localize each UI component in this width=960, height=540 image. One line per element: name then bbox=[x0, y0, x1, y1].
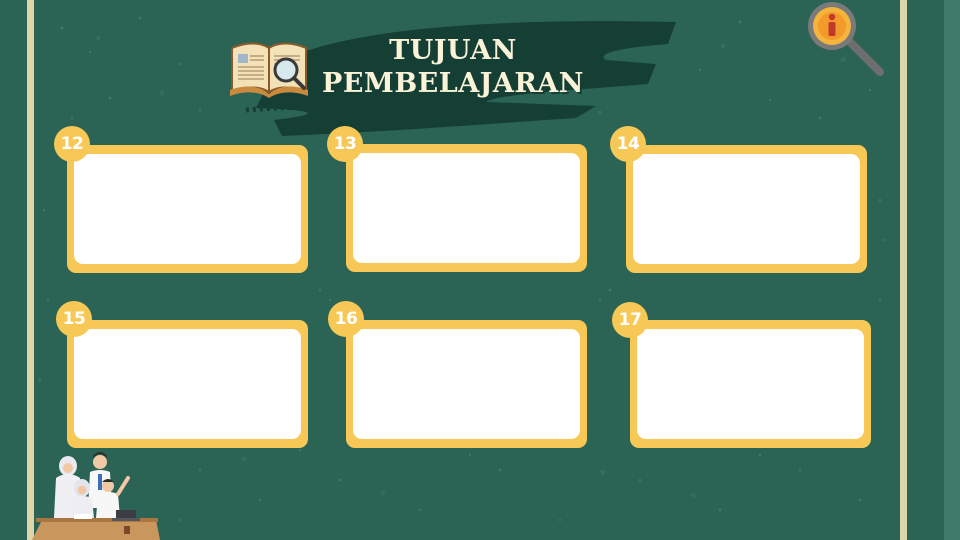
page-title: TUJUAN PEMBELAJARAN bbox=[316, 34, 590, 100]
page-title-line-1: TUJUAN bbox=[389, 35, 517, 66]
objective-card-14-content[interactable] bbox=[633, 154, 860, 264]
frame-right-line bbox=[900, 0, 907, 540]
frame-right-edge bbox=[944, 0, 960, 540]
card-number-badge-12: 12 bbox=[54, 126, 90, 162]
objective-card-15[interactable] bbox=[67, 320, 308, 448]
card-number-badge-16: 16 bbox=[328, 301, 364, 337]
card-number-badge-15: 15 bbox=[56, 301, 92, 337]
page-title-line-2: PEMBELAJARAN bbox=[322, 68, 584, 99]
open-book-with-magnifier-icon bbox=[230, 42, 308, 98]
objective-card-12-content[interactable] bbox=[74, 154, 301, 264]
objective-card-13-content[interactable] bbox=[353, 153, 580, 263]
card-number-badge-14: 14 bbox=[610, 126, 646, 162]
objective-card-14[interactable] bbox=[626, 145, 867, 273]
objective-card-17-content[interactable] bbox=[637, 329, 864, 439]
objective-card-12[interactable] bbox=[67, 145, 308, 273]
objective-card-16-content[interactable] bbox=[353, 329, 580, 439]
objective-card-16[interactable] bbox=[346, 320, 587, 448]
objective-card-15-content[interactable] bbox=[74, 329, 301, 439]
info-magnifier-icon[interactable] bbox=[800, 0, 886, 82]
card-number-badge-13: 13 bbox=[327, 126, 363, 162]
card-number-badge-17: 17 bbox=[612, 302, 648, 338]
objective-card-13[interactable] bbox=[346, 144, 587, 272]
students-illustration bbox=[32, 452, 160, 540]
objective-card-17[interactable] bbox=[630, 320, 871, 448]
